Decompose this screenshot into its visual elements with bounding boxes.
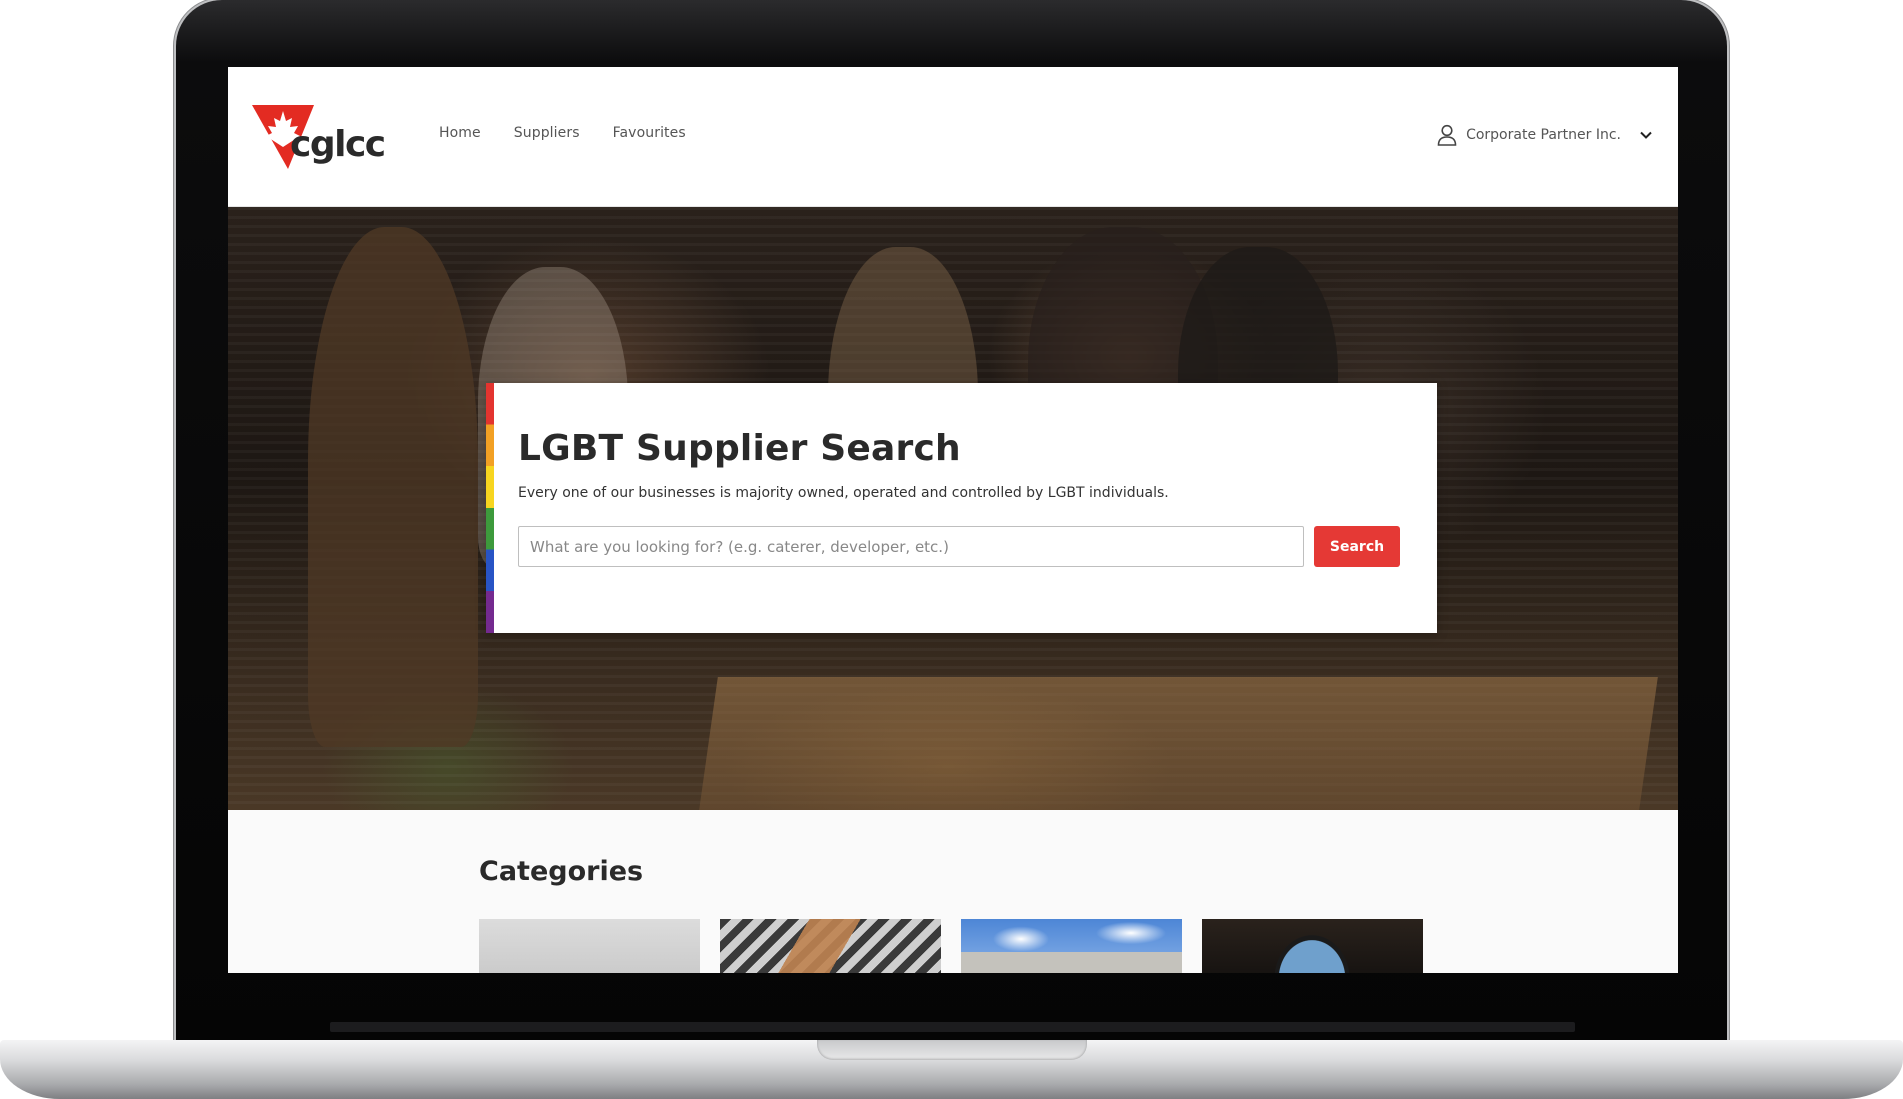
hero-photo-person [308, 227, 478, 747]
main-nav: Home Suppliers Favourites [439, 125, 686, 141]
search-card: LGBT Supplier Search Every one of our bu… [486, 383, 1437, 633]
categories-title: Categories [479, 856, 644, 887]
laptop-notch [817, 1040, 1087, 1060]
category-tile[interactable] [961, 919, 1182, 973]
nav-suppliers[interactable]: Suppliers [514, 125, 580, 141]
user-icon [1437, 124, 1457, 146]
account-menu[interactable]: Corporate Partner Inc. [1437, 124, 1652, 146]
laptop-screen: cglcc Home Suppliers Favourites Corporat… [228, 67, 1678, 973]
category-tile[interactable] [1202, 919, 1423, 973]
laptop-hinge [330, 1022, 1575, 1032]
rainbow-stripe [486, 383, 494, 633]
categories-section: Categories [228, 810, 1678, 973]
page-subtitle: Every one of our businesses is majority … [518, 485, 1169, 501]
search-button[interactable]: Search [1314, 526, 1400, 567]
hero-banner: LGBT Supplier Search Every one of our bu… [228, 207, 1678, 810]
site-header: cglcc Home Suppliers Favourites Corporat… [228, 67, 1678, 207]
nav-home[interactable]: Home [439, 125, 481, 141]
category-tile[interactable] [720, 919, 941, 973]
cglcc-logo[interactable]: cglcc [252, 102, 392, 172]
nav-favourites[interactable]: Favourites [613, 125, 686, 141]
chevron-down-icon[interactable] [1640, 131, 1652, 139]
search-input[interactable] [518, 526, 1304, 567]
category-tile[interactable] [479, 919, 700, 973]
hero-photo-table [698, 677, 1658, 810]
category-tiles [479, 919, 1423, 973]
page-title: LGBT Supplier Search [518, 428, 961, 469]
account-name: Corporate Partner Inc. [1466, 127, 1621, 143]
logo-wordmark: cglcc [290, 123, 386, 165]
